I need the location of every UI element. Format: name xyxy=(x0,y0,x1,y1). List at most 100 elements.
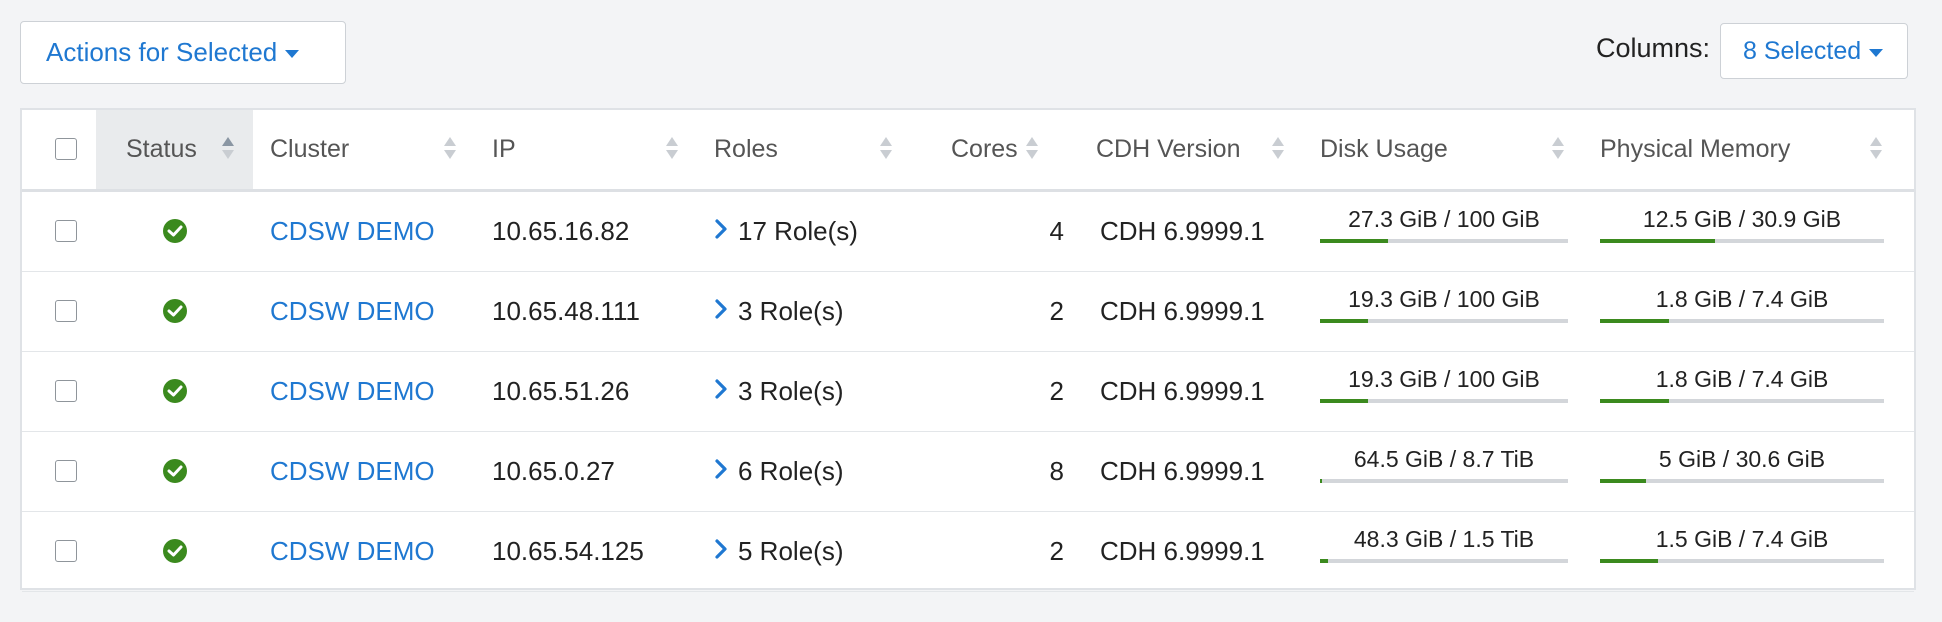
cluster-link[interactable]: CDSW DEMO xyxy=(270,512,435,590)
cluster-link[interactable]: CDSW DEMO xyxy=(270,352,435,430)
memory-usage-bar xyxy=(1600,479,1884,483)
cores-value: 4 xyxy=(1049,215,1064,246)
chevron-right-icon xyxy=(714,536,728,567)
chevron-right-icon xyxy=(714,216,728,247)
cdh-version: CDH 6.9999.1 xyxy=(1100,215,1265,246)
roles-count: 17 Role(s) xyxy=(738,215,858,246)
columns-label: Columns: xyxy=(1596,33,1711,63)
roles-count: 3 Role(s) xyxy=(738,295,844,326)
roles-expand-toggle[interactable]: 5 Role(s) xyxy=(714,512,843,590)
row-select-checkbox[interactable] xyxy=(55,460,77,482)
column-header-roles[interactable]: Roles xyxy=(714,110,778,189)
column-header-label: Roles xyxy=(714,135,778,163)
cluster-link[interactable]: CDSW DEMO xyxy=(270,272,435,350)
column-header-cdh-version[interactable]: CDH Version xyxy=(1096,110,1241,189)
disk-usage-label: 27.3 GiB / 100 GiB xyxy=(1348,206,1540,232)
column-header-label: Disk Usage xyxy=(1320,135,1448,163)
table-header: Status Cluster IP Roles Cores CDH Versio… xyxy=(22,110,1914,192)
memory-usage-label: 1.8 GiB / 7.4 GiB xyxy=(1655,286,1829,312)
host-ip: 10.65.48.111 xyxy=(492,295,640,326)
column-header-cores[interactable]: Cores xyxy=(951,110,1018,189)
cores-value: 2 xyxy=(1049,535,1064,566)
cores-value: 2 xyxy=(1049,375,1064,406)
cores-value: 8 xyxy=(1049,455,1064,486)
table-row: CDSW DEMO 10.65.0.27 6 Role(s) 8 CDH 6.9999.… xyxy=(22,432,1914,512)
cdh-version: CDH 6.9999.1 xyxy=(1100,375,1265,406)
host-ip: 10.65.54.125 xyxy=(492,535,644,566)
column-header-physical-memory[interactable]: Physical Memory xyxy=(1600,110,1790,189)
actions-for-selected-button[interactable]: Actions for Selected xyxy=(20,21,346,84)
row-select-checkbox[interactable] xyxy=(55,300,77,322)
table-row: CDSW DEMO 10.65.48.111 3 Role(s) 2 CDH 6.999… xyxy=(22,272,1914,352)
actions-for-selected-label: Actions for Selected xyxy=(46,37,278,67)
disk-usage-fill xyxy=(1320,239,1388,243)
sort-icon[interactable] xyxy=(1552,137,1564,161)
column-header-disk-usage[interactable]: Disk Usage xyxy=(1320,110,1448,189)
hosts-table: Status Cluster IP Roles Cores CDH Versio… xyxy=(20,108,1916,592)
column-header-label: IP xyxy=(492,135,516,163)
disk-usage-label: 64.5 GiB / 8.7 TiB xyxy=(1353,446,1535,472)
sort-ascending-icon[interactable] xyxy=(222,137,234,161)
cdh-version: CDH 6.9999.1 xyxy=(1100,455,1265,486)
roles-expand-toggle[interactable]: 17 Role(s) xyxy=(714,192,858,270)
sort-icon[interactable] xyxy=(1870,137,1882,161)
column-header-cluster[interactable]: Cluster xyxy=(270,110,349,189)
memory-usage-label: 1.8 GiB / 7.4 GiB xyxy=(1655,366,1829,392)
cdh-version: CDH 6.9999.1 xyxy=(1100,535,1265,566)
check-circle-icon xyxy=(163,459,187,483)
sort-icon[interactable] xyxy=(1026,137,1038,161)
chevron-right-icon xyxy=(714,456,728,487)
disk-usage-bar xyxy=(1320,319,1568,323)
columns-selector-button[interactable]: 8 Selected xyxy=(1720,23,1908,79)
disk-usage-label: 48.3 GiB / 1.5 TiB xyxy=(1353,526,1535,552)
sort-icon[interactable] xyxy=(1272,137,1284,161)
column-header-ip[interactable]: IP xyxy=(492,110,516,189)
roles-expand-toggle[interactable]: 3 Role(s) xyxy=(714,272,843,350)
row-select-checkbox[interactable] xyxy=(55,540,77,562)
memory-usage-bar xyxy=(1600,399,1884,403)
column-header-label: Cores xyxy=(951,135,1018,163)
column-header-status[interactable]: Status xyxy=(126,110,197,189)
sort-icon[interactable] xyxy=(880,137,892,161)
check-circle-icon xyxy=(163,299,187,323)
table-row: CDSW DEMO 10.65.54.125 5 Role(s) 2 CDH 6.999… xyxy=(22,512,1914,592)
cluster-link[interactable]: CDSW DEMO xyxy=(270,192,435,270)
host-ip: 10.65.51.26 xyxy=(492,375,630,406)
roles-count: 5 Role(s) xyxy=(738,535,844,566)
disk-usage-fill xyxy=(1320,319,1368,323)
disk-usage-bar xyxy=(1320,559,1568,563)
memory-usage-bar xyxy=(1600,239,1884,243)
column-header-label: CDH Version xyxy=(1096,135,1241,163)
memory-usage-bar xyxy=(1600,559,1884,563)
memory-usage-bar xyxy=(1600,319,1884,323)
memory-usage-fill xyxy=(1600,559,1658,563)
column-header-label: Cluster xyxy=(270,135,350,163)
cluster-link[interactable]: CDSW DEMO xyxy=(270,432,435,510)
caret-down-icon xyxy=(1869,48,1884,57)
row-select-checkbox[interactable] xyxy=(55,220,77,242)
cdh-version: CDH 6.9999.1 xyxy=(1100,295,1265,326)
memory-usage-label: 5 GiB / 30.6 GiB xyxy=(1658,446,1826,472)
row-select-checkbox[interactable] xyxy=(55,380,77,402)
table-row: CDSW DEMO 10.65.51.26 3 Role(s) 2 CDH 6.9999… xyxy=(22,352,1914,432)
column-header-label: Status xyxy=(126,135,197,163)
table-row: CDSW DEMO 10.65.16.82 17 Role(s) 4 CDH 6.999… xyxy=(22,192,1914,272)
memory-usage-fill xyxy=(1600,479,1647,483)
sort-icon[interactable] xyxy=(666,137,678,161)
roles-count: 3 Role(s) xyxy=(738,375,844,406)
check-circle-icon xyxy=(163,379,187,403)
memory-usage-fill xyxy=(1600,399,1669,403)
disk-usage-bar xyxy=(1320,399,1568,403)
caret-down-icon xyxy=(285,50,300,58)
column-header-label: Physical Memory xyxy=(1600,135,1791,163)
cores-value: 2 xyxy=(1049,295,1064,326)
disk-usage-fill xyxy=(1320,559,1328,563)
roles-expand-toggle[interactable]: 3 Role(s) xyxy=(714,352,843,430)
roles-expand-toggle[interactable]: 6 Role(s) xyxy=(714,432,843,510)
select-all-checkbox[interactable] xyxy=(55,138,77,160)
columns-selected-label: 8 Selected xyxy=(1743,36,1862,65)
chevron-right-icon xyxy=(714,296,728,327)
sort-icon[interactable] xyxy=(444,137,456,161)
disk-usage-fill xyxy=(1320,399,1368,403)
chevron-right-icon xyxy=(714,376,728,407)
